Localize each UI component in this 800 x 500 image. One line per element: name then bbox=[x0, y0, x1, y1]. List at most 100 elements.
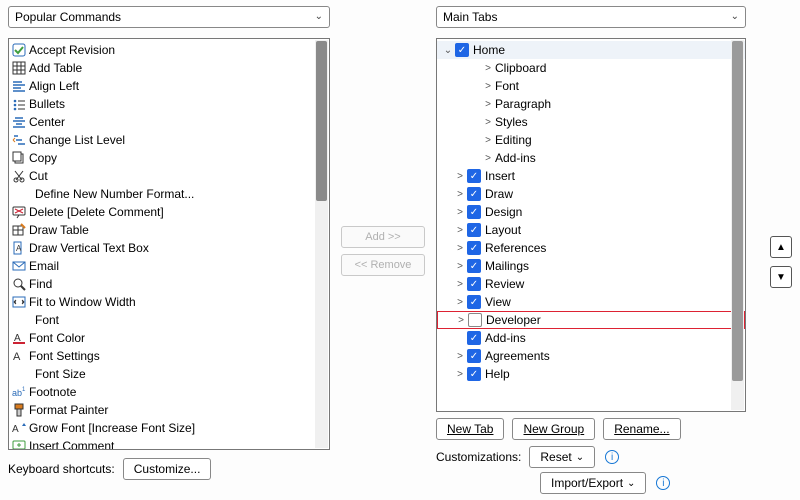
tree-item[interactable]: >✓ Help bbox=[437, 365, 745, 383]
command-item[interactable]: Delete [Delete Comment] bbox=[9, 203, 329, 221]
tree-item[interactable]: >✓Layout bbox=[437, 221, 745, 239]
command-item[interactable]: Accept Revision bbox=[9, 41, 329, 59]
tree-item[interactable]: >✓References bbox=[437, 239, 745, 257]
tree-item-label: Help bbox=[485, 367, 510, 381]
checkbox[interactable]: ✓ bbox=[467, 331, 481, 345]
expand-closed-icon[interactable]: > bbox=[453, 369, 467, 380]
expand-closed-icon[interactable]: > bbox=[453, 243, 467, 254]
checkbox[interactable]: ✓ bbox=[467, 223, 481, 237]
info-icon[interactable]: i bbox=[605, 450, 619, 464]
expand-closed-icon[interactable]: > bbox=[453, 225, 467, 236]
expand-closed-icon[interactable]: > bbox=[481, 135, 495, 146]
move-up-button[interactable]: ▲ bbox=[770, 236, 792, 258]
expand-closed-icon[interactable]: > bbox=[453, 261, 467, 272]
checkbox[interactable]: ✓ bbox=[467, 241, 481, 255]
command-item[interactable]: ADraw Vertical Text Box bbox=[9, 239, 329, 257]
command-item[interactable]: Align Left bbox=[9, 77, 329, 95]
tree-item[interactable]: >✓Draw bbox=[437, 185, 745, 203]
tree-item[interactable]: >Developer bbox=[437, 311, 745, 329]
scrollbar-thumb[interactable] bbox=[316, 41, 327, 201]
checkbox[interactable]: ✓ bbox=[467, 349, 481, 363]
rename-button[interactable]: Rename... bbox=[603, 418, 680, 440]
command-item[interactable]: AFont Settings bbox=[9, 347, 329, 365]
tree-item[interactable]: >✓Insert bbox=[437, 167, 745, 185]
command-item[interactable]: Font SizeI▾ bbox=[9, 365, 329, 383]
expand-closed-icon[interactable]: > bbox=[481, 99, 495, 110]
command-item[interactable]: Email bbox=[9, 257, 329, 275]
command-item[interactable]: Cut bbox=[9, 167, 329, 185]
command-item[interactable]: ab1Footnote bbox=[9, 383, 329, 401]
command-item[interactable]: Bullets|> bbox=[9, 95, 329, 113]
chevron-down-icon: ⌄ bbox=[731, 11, 739, 22]
info-icon[interactable]: i bbox=[656, 476, 670, 490]
add-button[interactable]: Add >> bbox=[341, 226, 425, 248]
checkbox[interactable]: ✓ bbox=[467, 205, 481, 219]
tree-item[interactable]: >✓Review bbox=[437, 275, 745, 293]
customize-button[interactable]: Customize... bbox=[123, 458, 212, 480]
command-item[interactable]: Copy bbox=[9, 149, 329, 167]
checkbox[interactable]: ✓ bbox=[467, 277, 481, 291]
expand-closed-icon[interactable]: > bbox=[481, 81, 495, 92]
expand-closed-icon[interactable]: > bbox=[481, 117, 495, 128]
scrollbar-thumb[interactable] bbox=[732, 41, 743, 381]
import-export-button[interactable]: Import/Export⌄ bbox=[540, 472, 646, 494]
command-item[interactable]: Format Painter bbox=[9, 401, 329, 419]
new-tab-button[interactable]: New Tab bbox=[436, 418, 504, 440]
expand-closed-icon[interactable]: > bbox=[453, 207, 467, 218]
reset-button[interactable]: Reset⌄ bbox=[529, 446, 595, 468]
scrollbar[interactable] bbox=[731, 40, 744, 410]
customize-ribbon-dropdown[interactable]: Main Tabs ⌄ bbox=[436, 6, 746, 28]
remove-button[interactable]: << Remove bbox=[341, 254, 425, 276]
tabs-tree[interactable]: ⌄✓Home>Clipboard>Font>Paragraph>Styles>E… bbox=[436, 38, 746, 412]
expand-closed-icon[interactable]: > bbox=[454, 315, 468, 326]
tree-item[interactable]: >✓ Design bbox=[437, 203, 745, 221]
tree-item[interactable]: >Paragraph bbox=[437, 95, 745, 113]
tree-item[interactable]: >Editing bbox=[437, 131, 745, 149]
expand-open-icon[interactable]: ⌄ bbox=[441, 45, 455, 56]
move-down-button[interactable]: ▼ bbox=[770, 266, 792, 288]
checkbox[interactable]: ✓ bbox=[467, 367, 481, 381]
expand-closed-icon[interactable]: > bbox=[453, 279, 467, 290]
command-item[interactable]: Define New Number Format... bbox=[9, 185, 329, 203]
expand-closed-icon[interactable]: > bbox=[453, 351, 467, 362]
command-item[interactable]: Fit to Window Width bbox=[9, 293, 329, 311]
command-item[interactable]: FontI▾ bbox=[9, 311, 329, 329]
checkbox[interactable]: ✓ bbox=[467, 259, 481, 273]
tree-item[interactable]: >Add-ins bbox=[437, 149, 745, 167]
command-item[interactable]: Center bbox=[9, 113, 329, 131]
tree-item[interactable]: >✓Mailings bbox=[437, 257, 745, 275]
checkbox[interactable]: ✓ bbox=[467, 295, 481, 309]
tree-item[interactable]: ⌄✓Home bbox=[437, 41, 745, 59]
command-item[interactable]: Add Table> bbox=[9, 59, 329, 77]
tree-item[interactable]: >✓View bbox=[437, 293, 745, 311]
checkbox[interactable]: ✓ bbox=[467, 187, 481, 201]
checkbox[interactable]: ✓ bbox=[467, 169, 481, 183]
command-item[interactable]: Change List Level> bbox=[9, 131, 329, 149]
command-item[interactable]: Find bbox=[9, 275, 329, 293]
new-group-button[interactable]: New Group bbox=[512, 418, 595, 440]
grow-font-icon: A bbox=[11, 420, 27, 436]
commands-listbox[interactable]: Accept RevisionAdd Table>Align LeftBulle… bbox=[8, 38, 330, 450]
tree-item[interactable]: >Font bbox=[437, 77, 745, 95]
tree-item[interactable]: ✓Add-ins bbox=[437, 329, 745, 347]
tree-item-label: Design bbox=[485, 205, 522, 219]
command-item[interactable]: AFont Color|> bbox=[9, 329, 329, 347]
choose-commands-dropdown[interactable]: Popular Commands ⌄ bbox=[8, 6, 330, 28]
scrollbar[interactable] bbox=[315, 40, 328, 448]
expand-closed-icon[interactable]: > bbox=[453, 171, 467, 182]
command-label: Delete [Delete Comment] bbox=[29, 205, 329, 219]
command-item[interactable]: Draw Table bbox=[9, 221, 329, 239]
svg-text:A: A bbox=[12, 424, 19, 435]
command-item[interactable]: AGrow Font [Increase Font Size] bbox=[9, 419, 329, 437]
command-item[interactable]: Insert Comment bbox=[9, 437, 329, 450]
expand-closed-icon[interactable]: > bbox=[453, 189, 467, 200]
tree-item[interactable]: >Styles bbox=[437, 113, 745, 131]
tree-item[interactable]: >✓Agreements bbox=[437, 347, 745, 365]
tree-item[interactable]: >Clipboard bbox=[437, 59, 745, 77]
expand-closed-icon[interactable]: > bbox=[481, 153, 495, 164]
expand-closed-icon[interactable]: > bbox=[453, 297, 467, 308]
checkbox[interactable] bbox=[468, 313, 482, 327]
expand-closed-icon[interactable]: > bbox=[481, 63, 495, 74]
checkbox[interactable]: ✓ bbox=[455, 43, 469, 57]
chevron-down-icon: ⌄ bbox=[627, 478, 635, 489]
